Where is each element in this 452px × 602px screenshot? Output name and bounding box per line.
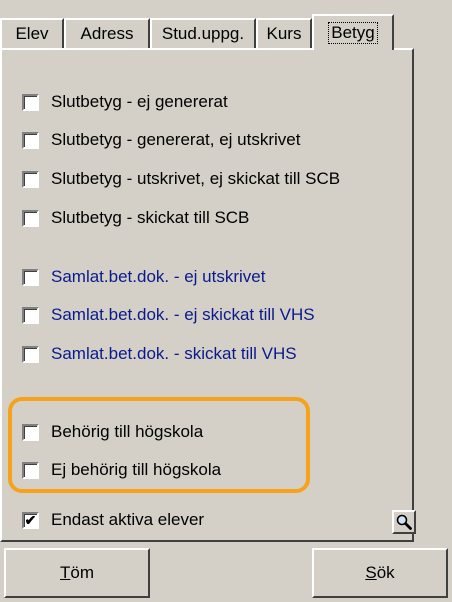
checkbox-row-samlat-ej-skickat[interactable]: Samlat.bet.dok. - ej skickat till VHS — [22, 303, 315, 327]
checkbox-label: Samlat.bet.dok. - ej utskrivet — [51, 267, 266, 286]
checkbox-row-slutbetyg-ej-genererat[interactable]: Slutbetyg - ej genererat — [22, 90, 228, 114]
checkbox-label: Slutbetyg - utskrivet, ej skickat till S… — [51, 169, 341, 188]
checkbox[interactable] — [22, 170, 39, 188]
magnifier-icon — [396, 514, 412, 530]
tab-betyg-label: Betyg — [328, 22, 378, 44]
tab-kurs[interactable]: Kurs — [256, 18, 312, 48]
check-mark-icon: ✔ — [24, 512, 37, 528]
tab-elev[interactable]: Elev — [0, 18, 64, 48]
checkbox-row-slutbetyg-utskrivet[interactable]: Slutbetyg - utskrivet, ej skickat till S… — [22, 167, 340, 191]
search-button-label: Sök — [365, 563, 395, 582]
checkbox[interactable]: ✔ — [22, 511, 39, 529]
tab-studuppg-label: Stud.uppg. — [161, 24, 245, 43]
checkbox-row-behorig[interactable]: Behörig till högskola — [22, 420, 203, 444]
checkbox-row-ej-behorig[interactable]: Ej behörig till högskola — [22, 458, 221, 482]
checkbox-label: Samlat.bet.dok. - ej skickat till VHS — [51, 305, 315, 324]
clear-button[interactable]: Töm — [4, 548, 150, 598]
clear-button-label: Töm — [59, 563, 94, 582]
tab-kurs-label: Kurs — [266, 24, 302, 43]
tab-adress-label: Adress — [80, 24, 134, 43]
checkbox-label: Behörig till högskola — [51, 422, 204, 441]
checkbox-label: Endast aktiva elever — [51, 510, 205, 529]
checkbox[interactable] — [22, 209, 39, 227]
tab-studuppg[interactable]: Stud.uppg. — [150, 18, 256, 48]
tab-elev-label: Elev — [15, 24, 49, 43]
checkbox[interactable] — [22, 345, 39, 363]
magnifier-button[interactable] — [392, 510, 416, 534]
checkbox[interactable] — [22, 306, 39, 324]
checkbox-label: Ej behörig till högskola — [51, 460, 222, 479]
tab-strip: Elev Adress Stud.uppg. Kurs Betyg — [0, 14, 452, 50]
checkbox-label: Slutbetyg - ej genererat — [51, 92, 228, 111]
checkbox[interactable] — [22, 268, 39, 286]
checkbox-label: Slutbetyg - genererat, ej utskrivet — [51, 130, 301, 149]
checkbox[interactable] — [22, 93, 39, 111]
checkbox[interactable] — [22, 423, 39, 441]
checkbox-row-endast-aktiva[interactable]: ✔ Endast aktiva elever — [22, 508, 204, 532]
tab-adress[interactable]: Adress — [64, 18, 150, 48]
checkbox[interactable] — [22, 461, 39, 479]
checkbox-row-slutbetyg-skickat[interactable]: Slutbetyg - skickat till SCB — [22, 206, 249, 230]
tab-betyg[interactable]: Betyg — [312, 14, 394, 50]
search-button[interactable]: Sök — [312, 548, 448, 598]
checkbox-label: Samlat.bet.dok. - skickat till VHS — [51, 344, 297, 363]
checkbox-label: Slutbetyg - skickat till SCB — [51, 208, 250, 227]
checkbox[interactable] — [22, 131, 39, 149]
checkbox-row-samlat-skickat[interactable]: Samlat.bet.dok. - skickat till VHS — [22, 342, 297, 366]
checkbox-row-samlat-ej-utskrivet[interactable]: Samlat.bet.dok. - ej utskrivet — [22, 265, 265, 289]
checkbox-row-slutbetyg-genererat[interactable]: Slutbetyg - genererat, ej utskrivet — [22, 128, 300, 152]
